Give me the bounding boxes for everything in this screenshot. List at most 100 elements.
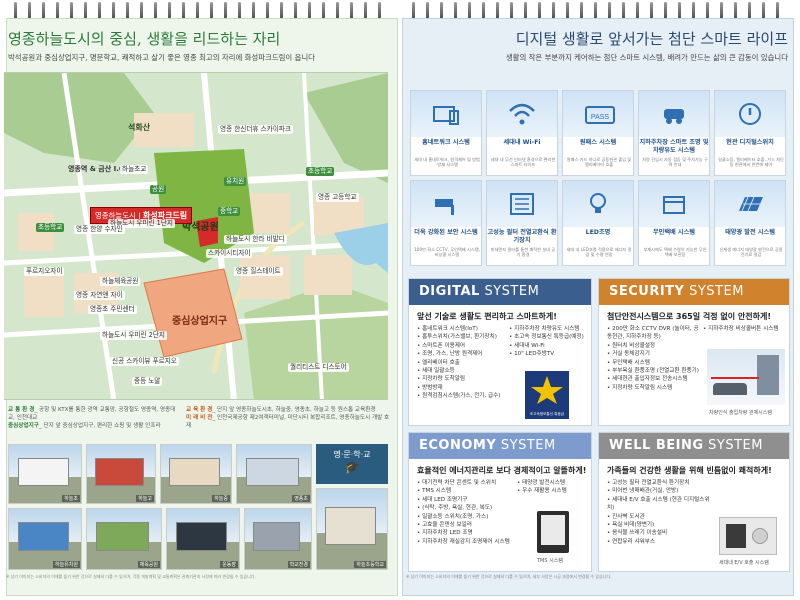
feature-desc: 미세먼지 필터를 통한 쾌적한 실내 공기 환경 [490,247,556,258]
feature-name: 더욱 강화된 보안 시스템 [414,229,478,236]
map-pin: 초등학교 [306,167,335,176]
photo-label: 하늘중 [212,495,230,502]
list-item: TMS 시스템 [417,487,517,495]
ev-panel-figure [719,517,777,555]
feature-name: 지하주차장 스마트 조명 및 차량유도 시스템 [639,139,709,154]
list-item: 홈투스위치(가스밸브, 환기장치) [417,333,509,341]
map-pin: 영종초 주민센터 [88,305,137,314]
list-item: 원터치 비상콜설정 [607,342,703,350]
feature-card: 현관 디지털스위치일괄소등, 엘리베이터 호출, 가스 차단 등 현관에서 한번… [714,90,786,176]
list-item: 음식물 쓰레기 이송설비 [607,529,711,537]
map-pin: 영종 한신더휴 스카이파크 [218,125,293,134]
map-pin: 중학교 [218,207,241,216]
feature-desc: 차량 진입시 자동 점등 및 주차가능 구역 안내 [642,157,708,168]
school-photos: 명·문·학·교 🎓 하늘초 하늘고 하늘중 영종초 하늘유치원 체육공원 운동장 학교전경 하늘초… [8,444,390,572]
list-item: 엘리베이터 호출 [417,359,509,367]
list-item: 200만 화소 CCTV DVR (놀이터, 공동현관, 지하주차장 등) [607,325,703,342]
map-pin: 중등 노말 [132,377,163,386]
list-item: 세대현관 출입자정보 전송시스템 [607,375,703,383]
list-item: 부부욕실 환풍조명 (전열교환 환풍기) [607,367,703,375]
photo-label: 체육공원 [137,561,160,568]
speed-badge-text: 초고속정보통신 특등급 [529,412,565,416]
tms-device-figure [537,511,569,553]
economy-list-1: 대기전력 차단 콘센트 및 스위치TMS 시스템세대 LED 조명기구(식탁, … [417,479,517,546]
photo-building [175,522,228,551]
feature-card: 홈네트워크 시스템 세대 내 홈네트워크, 원격제어 및 방범·방재 시스템 [410,90,482,176]
home-network-icon [411,91,481,137]
list-item: (식탁, 주방, 욕실, 현관, 복도) [417,504,517,512]
list-item: 미어번 냉매배관(거실, 안방) [607,487,711,495]
smart-feature-grid: 홈네트워크 시스템 세대 내 홈네트워크, 원격제어 및 방범·방재 시스템 세대내… [410,90,790,268]
feature-card: PASS 원패스 시스템 원패스 카드 하나로 공동현관 출입 및 엘리베이터 호출 [562,90,634,176]
map-pin: 초등학교 [36,223,65,232]
info-env-key: 교 육 환 경 [186,407,213,413]
list-item: 홈네트워크 시스템(IoT) [417,325,509,333]
gate-figure [707,349,785,405]
location-map: 석화산 영종역 & 금산 I.C 박석공원 중심상업지구 영종하늘도시 | 화성… [4,72,388,400]
digital-tagline: 앞선 기술로 생활도 편리하고 스마트하게! [417,312,557,321]
ev-panel-screen [726,524,746,548]
map-pin: 영종 한양 수자인 [74,225,125,234]
school-photo: 체육공원 [86,508,162,570]
photo-building [95,522,150,551]
photo-building [17,522,70,551]
map-pin: 퀄리티스트 디스토어 [288,363,349,372]
school-photo: 운동장 [166,508,240,570]
info-future: 미 래 비 전_ 인천국제공항 제2여객터미널, 미단시티 복합리조트, 영종하… [186,414,390,430]
map-label-ic: 영종역 & 금산 I.C [68,165,125,173]
school-badge-text: 명·문·학·교 [333,450,371,459]
feature-name: 현관 디지털스위치 [726,139,774,146]
photo-label: 하늘고 [136,495,154,502]
security-head-thin: SYSTEM [684,284,744,299]
location-title: 영종하늘도시의 중심, 생활을 리드하는 자리 [8,30,281,48]
list-item: 욕실 비데(양변기) [607,521,711,529]
led-bulb-icon [563,181,633,227]
list-item: 초고속 정보통신 특등급(예정) [509,333,593,341]
list-item: 스마트폰 이용제어 [417,342,509,350]
feature-name: LED조명 [585,229,611,236]
map-pin: 하늘체육공원 [100,277,141,286]
photo-label: 운동장 [220,561,238,568]
feature-desc: 일괄소등, 엘리베이터 호출, 가스 차단 등 현관에서 한번에 제어 [718,157,784,168]
school-photo: 영종초 [236,444,312,504]
digital-system-section: DIGITAL SYSTEM 앞선 기술로 생활도 편리하고 스마트하게! 홈네… [408,278,592,426]
wellbeing-head-thin: SYSTEM [703,438,763,453]
info-future-key: 미 래 비 전 [186,415,213,421]
ev-panel-button [752,528,768,544]
map-pin: 공원 [150,185,167,194]
digital-head: DIGITAL SYSTEM [409,279,591,305]
feature-card: 더욱 강화된 보안 시스템 100만 화소 CCTV, 무인택배 시스템, 비상콜… [410,180,482,266]
map-pin: 하늘도시 한라 비발디 [224,235,287,244]
feature-name: 원패스 시스템 [579,139,617,146]
list-item: 세대 LED 조명기구 [417,496,517,504]
list-item: 조명, 가스, 난방 원격제어 [417,350,509,358]
parking-light-icon [639,91,709,137]
delivery-box-icon [639,181,709,227]
feature-card: 고성능 필터 전열교환식 환기장치 미세먼지 필터를 통한 쾌적한 실내 공기 환… [486,180,558,266]
feature-card: 태양광 발전 시스템 신재생 에너지 태양광 발전으로 공용 전기료 절감 [714,180,786,266]
list-item: 세대내 Wi-Fi [509,342,593,350]
photo-label: 하늘초등학교 [354,561,386,568]
pass-card-icon: PASS [563,91,633,137]
feature-card: 무인택배 시스템 부재시에도 택배 수령이 가능한 무인택배 보관함 [638,180,710,266]
info-future-text: _ 인천국제공항 제2여객터미널, 미단시티 복합리조트, 영종하늘도시 개발 … [186,415,390,429]
list-item: 지하주차장 차량유도 시스템 [509,325,593,333]
info-living-text: _ 단지 앞 중심상업지구, 편리한 쇼핑 및 생활 인프라 [38,423,161,429]
map-pin: 스카이시티자이 [206,249,253,258]
photo-building [325,506,376,545]
security-head-bold: SECURITY [609,284,685,299]
brochure-spread: 영종하늘도시의 중심, 생활을 리드하는 자리 박석공원과 중심상업지구, 명문… [0,0,800,600]
list-item: 거실 동체감지기 [607,350,703,358]
feature-name: 무인택배 시스템 [652,229,695,236]
info-traffic-key: 교 통 환 경 [8,407,35,413]
wellbeing-head: WELL BEING SYSTEM [599,433,789,459]
car-shape [713,383,747,395]
solar-panel-icon [715,181,785,227]
feature-desc: 신재생 에너지 태양광 발전으로 공용 전기료 절감 [719,247,783,258]
photo-building [17,457,70,486]
photo-label: 영종초 [292,495,310,502]
map-pin: 영종 자연앤 자이 [74,291,125,300]
wellbeing-list-1: 고성능 필터 전열교환식 환기장치미어번 냉매배관(거실, 안방)세대내 E/V… [607,479,711,546]
info-env: 교 육 환 경_ 단지 앞 영종하늘도시초, 하늘중, 영종초, 하늘고 등 원… [186,406,390,414]
digital-head-thin: SYSTEM [479,284,540,299]
